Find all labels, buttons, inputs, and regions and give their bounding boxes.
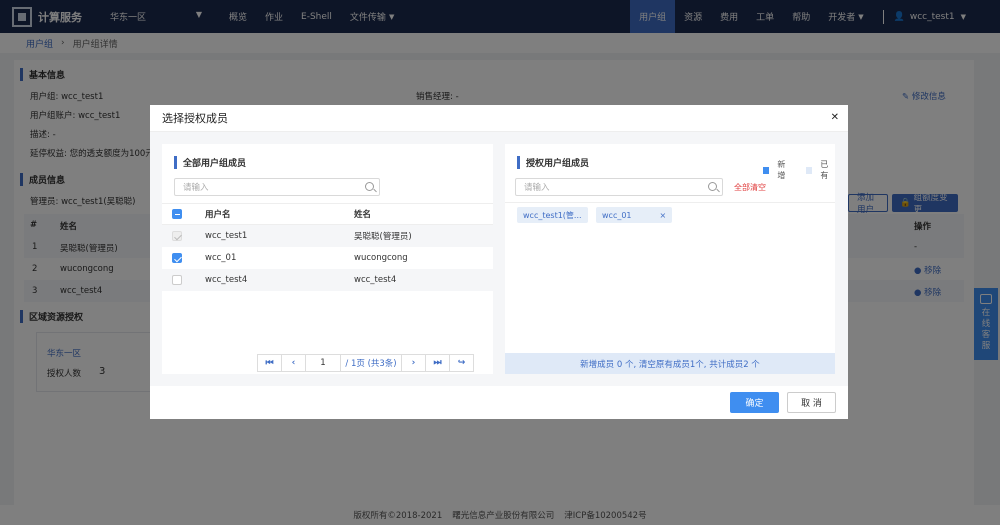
member-tag-label: wcc_01 — [602, 210, 632, 220]
dialog-title: 选择授权成员 — [162, 112, 228, 125]
row-fullname: wcc_test4 — [354, 275, 397, 285]
prev-page-icon[interactable]: ‹ — [281, 354, 306, 372]
row-checkbox[interactable] — [172, 275, 182, 285]
table-row[interactable]: wcc_01 wucongcong — [162, 247, 493, 269]
right-search-input[interactable]: 请输入 — [515, 178, 723, 196]
cancel-button[interactable]: 取 消 — [787, 392, 836, 413]
left-search-placeholder: 请输入 — [183, 183, 209, 193]
remove-tag-icon[interactable]: × — [660, 211, 667, 220]
search-icon — [365, 182, 374, 191]
legend: 新增 已有 — [763, 159, 835, 181]
legend-new-label: 新增 — [777, 160, 786, 180]
first-page-icon[interactable]: ⏮ — [257, 354, 282, 372]
last-page-icon[interactable]: ⏭ — [425, 354, 450, 372]
row-username: wcc_01 — [205, 253, 237, 263]
page-number-input[interactable]: 1 — [305, 354, 341, 372]
select-all-checkbox[interactable] — [172, 209, 182, 219]
search-icon — [708, 182, 717, 191]
select-members-dialog: 选择授权成员 ✕ 全部用户组成员 请输入 用户名 姓名 wcc_test1 吴聪… — [150, 105, 848, 419]
col-username: 用户名 — [205, 210, 231, 220]
right-search-placeholder: 请输入 — [524, 183, 550, 193]
member-tag: wcc_test1(管... — [517, 207, 588, 223]
goto-page-icon[interactable]: ↪ — [449, 354, 474, 372]
all-members-title: 全部用户组成员 — [174, 156, 246, 169]
legend-existing-swatch — [806, 166, 813, 174]
dialog-header: 选择授权成员 ✕ — [150, 105, 848, 132]
row-fullname: wucongcong — [354, 253, 408, 263]
authorized-members-panel: 授权用户组成员 新增 已有 请输入 全部清空 wcc_test1(管... wc… — [505, 144, 835, 374]
close-icon[interactable]: ✕ — [831, 112, 839, 123]
legend-new-swatch — [763, 166, 770, 174]
table-row[interactable]: wcc_test4 wcc_test4 — [162, 269, 493, 291]
member-tag-label: wcc_test1(管... — [523, 210, 582, 220]
authorized-members-title: 授权用户组成员 — [517, 156, 589, 169]
legend-existing-label: 已有 — [820, 160, 829, 180]
table-row[interactable]: wcc_test1 吴聪聪(管理员) — [162, 225, 493, 247]
row-fullname: 吴聪聪(管理员) — [354, 232, 412, 242]
divider — [505, 202, 835, 203]
row-checkbox[interactable] — [172, 253, 182, 263]
next-page-icon[interactable]: › — [401, 354, 426, 372]
pagination: ⏮ ‹ 1 / 1页 (共3条) › ⏭ ↪ — [257, 354, 474, 372]
confirm-button[interactable]: 确定 — [730, 392, 779, 413]
row-username: wcc_test1 — [205, 231, 248, 241]
all-members-panel: 全部用户组成员 请输入 用户名 姓名 wcc_test1 吴聪聪(管理员) wc… — [162, 144, 493, 374]
row-checkbox — [172, 231, 182, 241]
clear-all-link[interactable]: 全部清空 — [734, 182, 766, 193]
table-header: 用户名 姓名 — [162, 203, 493, 225]
dialog-body: 全部用户组成员 请输入 用户名 姓名 wcc_test1 吴聪聪(管理员) wc… — [150, 132, 848, 386]
left-search-input[interactable]: 请输入 — [174, 178, 380, 196]
page-total-text: / 1页 (共3条) — [340, 354, 402, 372]
selection-summary: 新增成员 0 个, 清空原有成员1个, 共计成员2 个 — [505, 353, 835, 374]
dialog-footer: 确定 取 消 — [150, 386, 848, 419]
member-tag: wcc_01 × — [596, 207, 673, 223]
col-fullname: 姓名 — [354, 210, 372, 220]
row-username: wcc_test4 — [205, 275, 248, 285]
